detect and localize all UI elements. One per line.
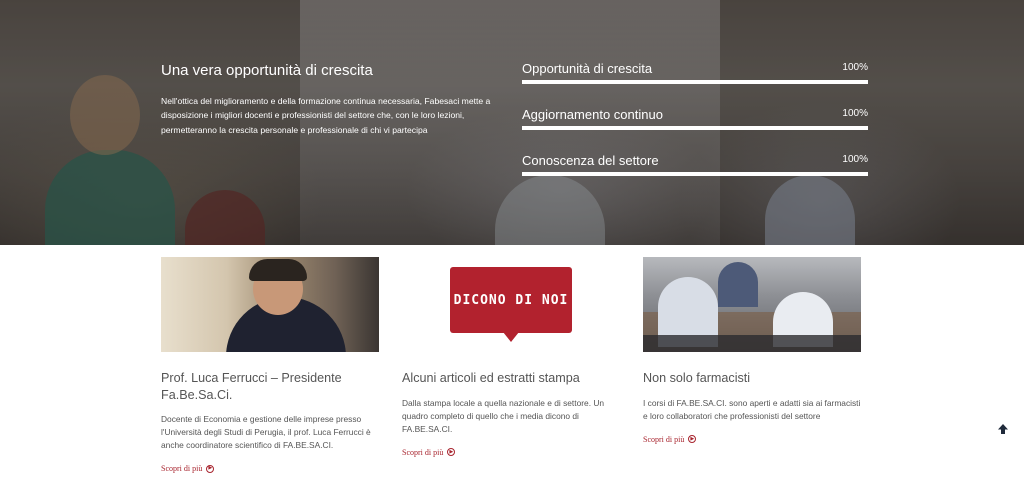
circle-arrow-right-icon: ▶ (206, 464, 215, 473)
skill-opportunita: Opportunità di crescita 100% (522, 60, 868, 106)
hero-overlay (0, 0, 1024, 245)
scopri-link[interactable]: Scopri di più ▶ (161, 464, 215, 473)
skill-label: Aggiornamento continuo (522, 107, 663, 122)
photo-person-hair (249, 259, 307, 281)
card-description: Dalla stampa locale a quella nazionale e… (402, 397, 605, 434)
hero-description: Nell'ottica del miglioramento e della fo… (161, 96, 491, 135)
speech-bubble: DICONO DI NOI (450, 267, 572, 342)
link-label: Scopri di più (643, 434, 685, 444)
card-description: Docente di Economia e gestione delle imp… (161, 414, 371, 450)
progress-fill (522, 172, 868, 176)
skill-percent: 100% (842, 154, 868, 165)
classroom-photo (643, 257, 861, 352)
progress-track (522, 126, 868, 130)
skill-label: Opportunità di crescita (522, 61, 653, 76)
card-title: Non solo farmacisti (643, 371, 751, 385)
speech-bubble-tail (503, 332, 519, 342)
hero-section: Una vera opportunità di crescita Nell'ot… (0, 0, 1024, 245)
skill-conoscenza: Conoscenza del settore 100% (522, 152, 868, 198)
circle-arrow-right-icon: ▶ (447, 448, 456, 456)
hero-intro: Una vera opportunità di crescita Nell'ot… (161, 60, 506, 137)
skills-progress-list: Opportunità di crescita 100% Aggiornamen… (522, 60, 868, 198)
skill-label: Conoscenza del settore (522, 153, 659, 168)
card-title: Prof. Luca Ferrucci – Presidente Fa.Be.S… (161, 371, 342, 402)
link-label: Scopri di più (402, 447, 444, 457)
scopri-link[interactable]: Scopri di più ▶ (402, 447, 456, 457)
card-presidente: Prof. Luca Ferrucci – Presidente Fa.Be.S… (161, 257, 379, 476)
arrow-up-icon (998, 424, 1008, 434)
link-label: Scopri di più (161, 464, 203, 473)
progress-fill (522, 126, 868, 130)
progress-track (522, 172, 868, 176)
badge-text: DICONO DI NOI (453, 292, 569, 308)
skill-aggiornamento: Aggiornamento continuo 100% (522, 106, 868, 152)
card-description: I corsi di FA.BE.SA.CI. sono aperti e ad… (643, 397, 861, 421)
progress-fill (522, 80, 868, 84)
photo-chairs (643, 335, 861, 352)
photo-student-3 (718, 262, 758, 307)
dicono-di-noi-graphic: DICONO DI NOI (402, 257, 620, 352)
skill-percent: 100% (842, 108, 868, 119)
president-photo (161, 257, 379, 352)
scroll-to-top-button[interactable] (995, 421, 1011, 437)
card-stampa: DICONO DI NOI Alcuni articoli ed estratt… (402, 257, 620, 460)
hero-title: Una vera opportunità di crescita (161, 62, 373, 79)
card-title: Alcuni articoli ed estratti stampa (402, 371, 580, 385)
circle-arrow-right-icon: ▶ (688, 435, 697, 443)
progress-track (522, 80, 868, 84)
card-farmacisti: Non solo farmacisti I corsi di FA.BE.SA.… (643, 257, 861, 447)
scopri-link[interactable]: Scopri di più ▶ (643, 434, 697, 444)
skill-percent: 100% (842, 62, 868, 73)
